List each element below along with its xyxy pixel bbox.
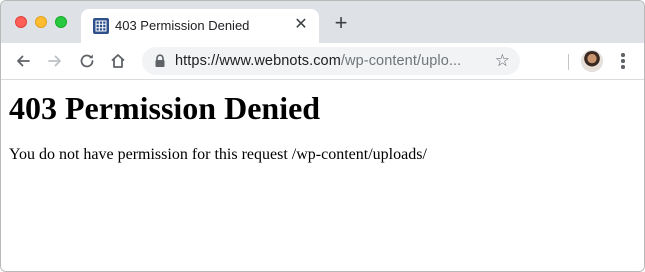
lock-icon[interactable] bbox=[154, 54, 166, 73]
reload-button[interactable] bbox=[77, 51, 97, 71]
forward-button[interactable] bbox=[45, 51, 65, 71]
page-content: 403 Permission Denied You do not have pe… bbox=[1, 80, 644, 271]
menu-kebab-icon[interactable] bbox=[617, 53, 629, 69]
url-path: /wp-content/uplo... bbox=[340, 53, 462, 69]
home-button[interactable] bbox=[108, 51, 128, 71]
tab-close-icon[interactable]: ✕ bbox=[293, 17, 309, 33]
zoom-window-button[interactable] bbox=[55, 16, 67, 28]
arrow-left-icon bbox=[13, 51, 33, 71]
home-icon bbox=[108, 51, 128, 71]
arrow-right-icon bbox=[45, 51, 65, 71]
new-tab-button[interactable]: + bbox=[330, 12, 352, 34]
tab-strip: 403 Permission Denied ✕ + bbox=[1, 1, 644, 43]
back-button[interactable] bbox=[13, 51, 33, 71]
address-bar[interactable]: https://www.webnots.com/wp-content/uplo.… bbox=[142, 47, 520, 75]
tab-title: 403 Permission Denied bbox=[115, 18, 250, 33]
reload-icon bbox=[77, 51, 97, 71]
close-window-button[interactable] bbox=[15, 16, 27, 28]
browser-window: 403 Permission Denied ✕ + https://www.we… bbox=[0, 0, 645, 272]
minimize-window-button[interactable] bbox=[35, 16, 47, 28]
url-host: https://www.webnots.com bbox=[175, 53, 341, 69]
toolbar-divider bbox=[568, 54, 569, 70]
url-text[interactable]: https://www.webnots.com/wp-content/uplo.… bbox=[175, 53, 461, 69]
page-message: You do not have permission for this requ… bbox=[9, 146, 427, 163]
browser-toolbar: https://www.webnots.com/wp-content/uplo.… bbox=[1, 43, 644, 80]
grid-favicon-icon bbox=[93, 18, 109, 34]
page-heading: 403 Permission Denied bbox=[9, 90, 321, 126]
tab-active[interactable]: 403 Permission Denied ✕ bbox=[81, 9, 319, 43]
bookmark-star-icon[interactable]: ☆ bbox=[495, 52, 510, 69]
profile-avatar[interactable] bbox=[582, 51, 602, 71]
